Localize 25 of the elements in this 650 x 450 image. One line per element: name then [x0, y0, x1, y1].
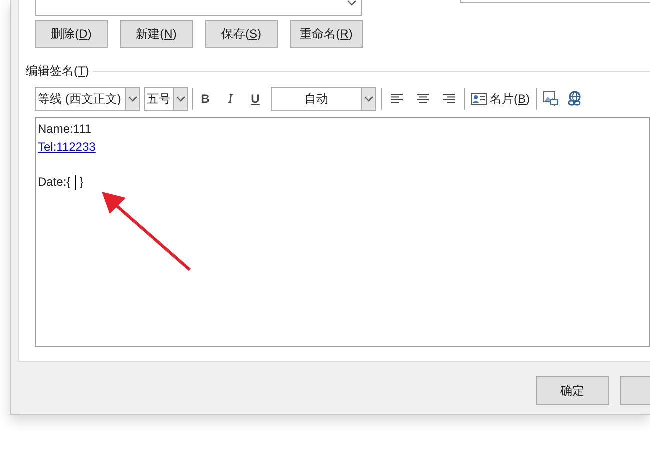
signature-text: Name:111	[38, 121, 92, 138]
picture-icon[interactable]	[543, 90, 560, 106]
align-center-icon[interactable]	[416, 93, 430, 104]
underline-button[interactable]: U	[243, 90, 268, 108]
dialog-button[interactable]: 删除(D)	[35, 20, 108, 48]
business-card-button[interactable]: 名片(B)	[471, 90, 530, 108]
bold-button[interactable]: B	[193, 90, 218, 108]
color-select[interactable]: 自动	[271, 86, 376, 110]
input-field[interactable]	[460, 0, 650, 3]
align-left-icon[interactable]	[390, 93, 404, 104]
section-label: 编辑签名(T)	[26, 63, 90, 80]
signature-editor[interactable]: Name:111 Tel:112233 Date:{ }	[35, 117, 650, 347]
dialog-button[interactable]: 保存(S)	[205, 20, 278, 48]
contact-card-icon	[471, 92, 487, 104]
date-field-text: Date:{ }	[38, 174, 84, 191]
dialog-button[interactable]: 重命名(R)	[290, 20, 363, 48]
size-select[interactable]: 五号	[144, 86, 188, 110]
phone-link[interactable]: Tel:112233	[38, 138, 96, 156]
font-select[interactable]: 等线 (西文正文)	[35, 86, 140, 110]
italic-button[interactable]: I	[218, 88, 243, 108]
dialog-button[interactable]: 新建(N)	[120, 20, 193, 48]
link-icon[interactable]	[567, 90, 584, 106]
arrow-annotation-icon	[100, 190, 192, 272]
dialog-button[interactable]: 确定	[536, 376, 609, 405]
align-right-icon[interactable]	[442, 93, 456, 104]
